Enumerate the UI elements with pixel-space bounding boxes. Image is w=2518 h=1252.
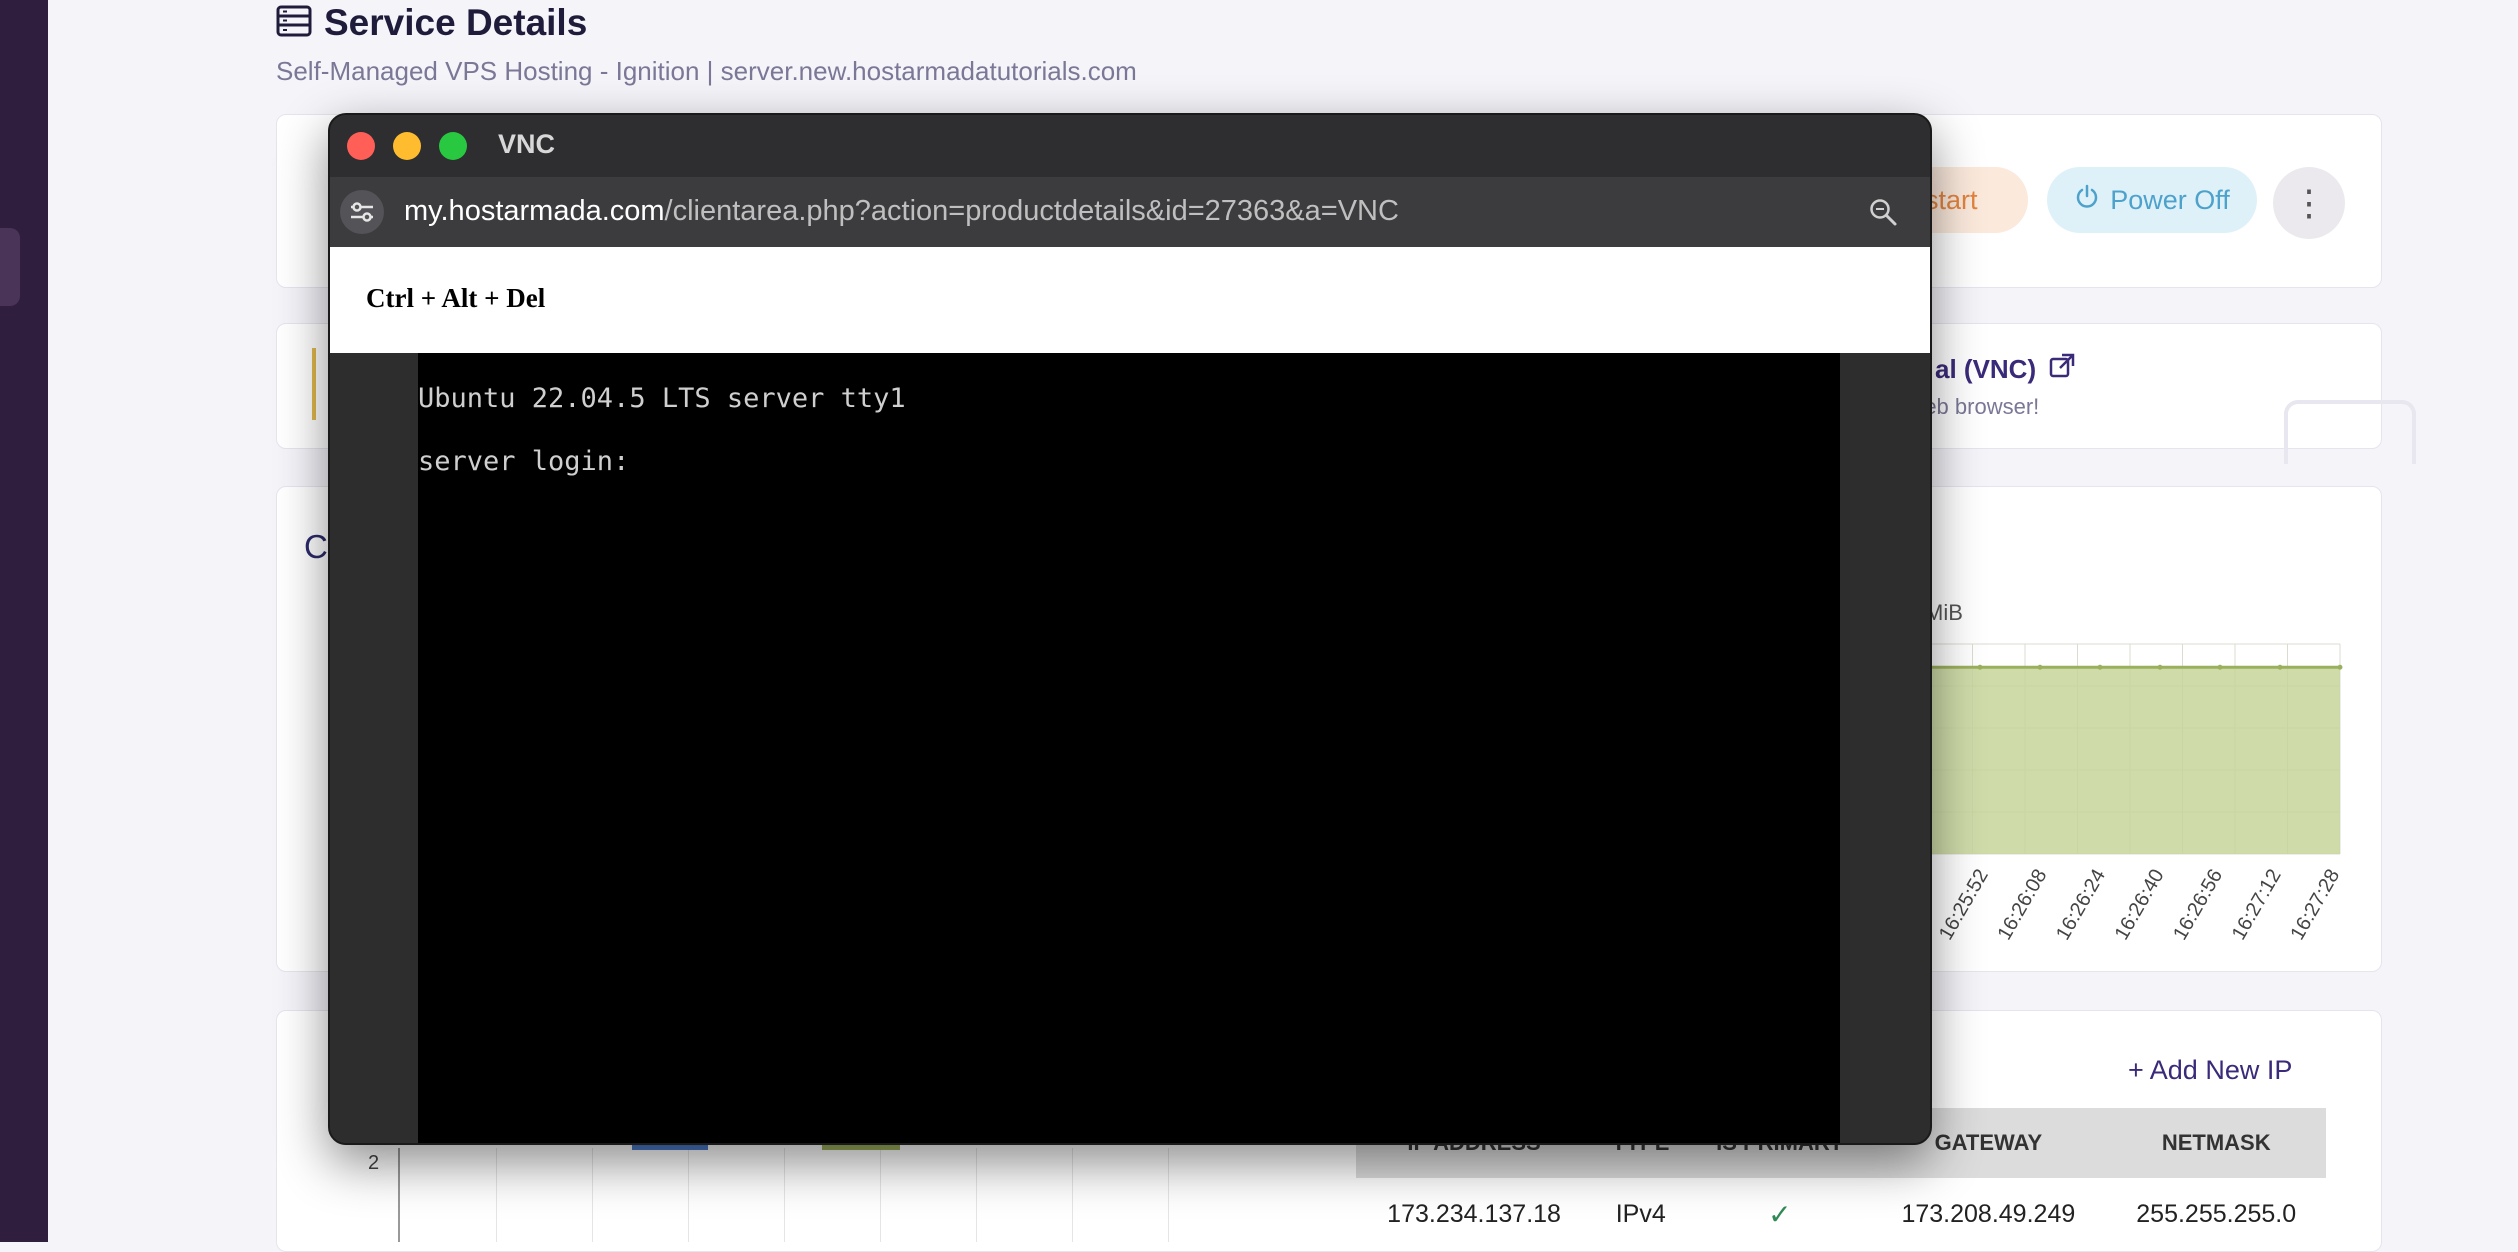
x-tick-label: 16:26:24 [2052, 866, 2110, 944]
ip-address-cell: 173.234.137.18 [1387, 1199, 1561, 1228]
window-titlebar[interactable]: VNC [330, 115, 1930, 177]
window-title: VNC [498, 129, 556, 159]
minimize-window-button[interactable] [393, 132, 421, 160]
data-point [2097, 664, 2103, 670]
chart-title-fragment: C [304, 528, 328, 565]
x-tick-label: 16:26:56 [2169, 866, 2227, 944]
vnc-console-link[interactable]: al (VNC) [1935, 352, 2076, 387]
url-text[interactable]: my.hostarmada.com/clientarea.php?action=… [404, 195, 1399, 228]
site-settings-icon[interactable] [340, 190, 384, 234]
x-tick-label: 16:27:12 [2228, 866, 2286, 944]
url-path: /clientarea.php?action=productdetails&id… [664, 195, 1399, 227]
chart-y-tick: 2 [368, 1152, 380, 1174]
add-new-ip-button[interactable]: + Add New IP [2128, 1055, 2292, 1086]
data-point [2037, 664, 2043, 670]
network-chart-grid [398, 1148, 1288, 1242]
ip-type-cell: IPv4 [1615, 1199, 1666, 1228]
page-title-text: Service Details [324, 2, 588, 43]
server-icon [276, 5, 312, 42]
table-row: 173.234.137.18 IPv4 ✓ 173.208.49.249 255… [1356, 1178, 2326, 1250]
sidebar-active-item[interactable] [0, 228, 20, 306]
terminal-login-prompt: server login: [418, 446, 630, 477]
x-tick-label: 16:26:40 [2111, 866, 2169, 944]
vnc-link-label: al (VNC) [1935, 354, 2037, 384]
col-netmask: NETMASK [2106, 1108, 2326, 1178]
more-options-button[interactable]: ⋮ [2273, 167, 2345, 239]
primary-check-icon: ✓ [1768, 1198, 1792, 1230]
x-tick-label: 16:26:08 [1993, 866, 2051, 944]
data-point [2217, 664, 2223, 670]
data-point [2277, 664, 2283, 670]
page-subtitle: Self-Managed VPS Hosting - Ignition | se… [276, 56, 1137, 86]
url-host: my.hostarmada.com [404, 195, 665, 227]
memory-area-series [1920, 667, 2340, 854]
memory-area-chart: 16:25:3616:25:5216:26:0816:26:2416:26:40… [1900, 643, 2344, 944]
vnc-toolbar: Ctrl + Alt + Del [330, 247, 1930, 353]
sidebar [0, 0, 48, 1242]
address-bar[interactable]: my.hostarmada.com/clientarea.php?action=… [330, 177, 1930, 247]
power-icon [2074, 184, 2100, 217]
monitor-icon [2284, 400, 2416, 464]
gateway-cell: 173.208.49.249 [1901, 1199, 2076, 1228]
close-window-button[interactable] [347, 132, 375, 160]
data-point [1977, 664, 1983, 670]
vnc-terminal-screen[interactable]: Ubuntu 22.04.5 LTS server tty1 server lo… [418, 353, 1840, 1143]
page-title: Service Details [276, 2, 587, 44]
vnc-popup-window[interactable]: VNC my.hostarmada.com/clientarea.php?act… [328, 113, 1932, 1145]
data-point [2337, 664, 2343, 670]
vnc-viewport[interactable]: Ubuntu 22.04.5 LTS server tty1 server lo… [330, 353, 1930, 1143]
data-point [2157, 664, 2163, 670]
power-off-button[interactable]: Power Off [2047, 167, 2257, 233]
ctrl-alt-del-button[interactable]: Ctrl + Alt + Del [366, 283, 545, 314]
x-tick-label: 16:27:28 [2286, 866, 2344, 944]
external-link-icon [2048, 352, 2076, 387]
zoom-icon[interactable] [1868, 197, 1898, 232]
netmask-cell: 255.255.255.0 [2136, 1199, 2297, 1228]
x-tick-label: 16:25:52 [1935, 866, 1993, 944]
power-off-label: Power Off [2110, 184, 2230, 215]
maximize-window-button[interactable] [439, 132, 467, 160]
card-accent-bar [312, 348, 316, 420]
terminal-os-banner: Ubuntu 22.04.5 LTS server tty1 [418, 383, 906, 414]
